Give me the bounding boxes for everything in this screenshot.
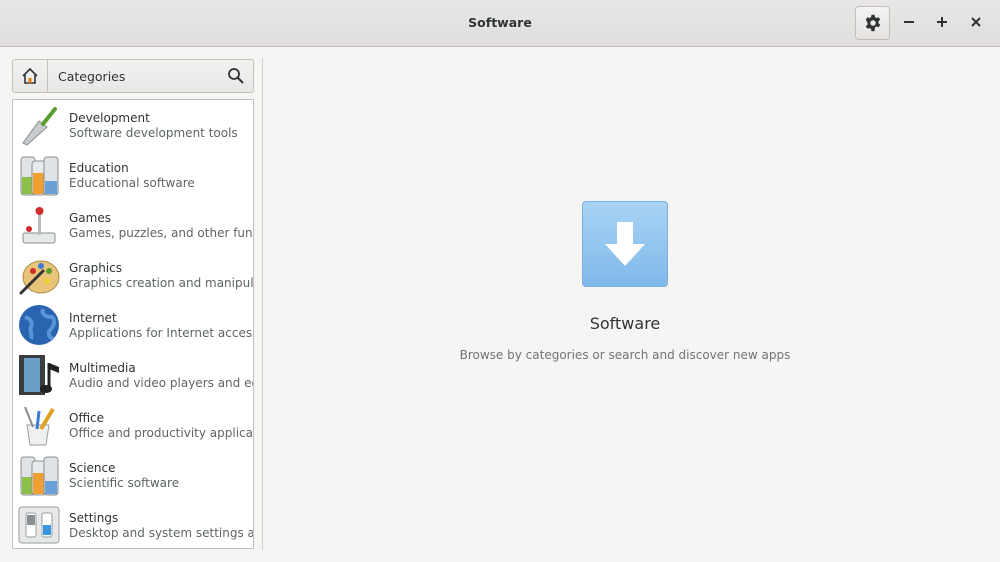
category-name: Multimedia — [69, 361, 136, 375]
category-name: Settings — [69, 511, 119, 525]
category-description: Graphics creation and manipulation appli… — [69, 276, 254, 290]
category-name: Games — [69, 211, 111, 225]
category-description: Games, puzzles, and other fun software — [69, 226, 253, 240]
palette-icon — [19, 260, 60, 295]
flasks-icon — [20, 156, 59, 196]
category-description: Software development tools — [69, 126, 238, 140]
home-button[interactable] — [13, 60, 48, 92]
search-icon — [228, 68, 244, 84]
category-name: Graphics — [69, 261, 122, 275]
close-icon — [971, 17, 981, 27]
category-description: Office and productivity applications — [69, 426, 253, 440]
maximize-button[interactable] — [930, 10, 954, 34]
categories-label: Categories — [58, 69, 126, 84]
category-item-development[interactable]: Development Software development tools — [13, 100, 253, 150]
close-button[interactable] — [964, 10, 988, 34]
category-description: Audio and video players and editors — [69, 376, 253, 390]
home-icon — [22, 67, 38, 84]
pane-divider — [262, 58, 263, 550]
settings-button[interactable] — [855, 6, 890, 40]
category-name: Science — [69, 461, 116, 475]
category-description: Scientific software — [69, 476, 180, 490]
main-subtitle: Browse by categories or search and disco… — [459, 348, 791, 362]
flasks-icon — [20, 456, 59, 496]
pencil-cup-icon — [24, 406, 55, 446]
category-name: Office — [69, 411, 105, 425]
minimize-icon — [904, 21, 914, 23]
sidebar-header: Categories — [12, 59, 254, 93]
category-name: Development — [69, 111, 150, 125]
category-item-education[interactable]: Education Educational software — [13, 150, 253, 200]
plus-icon — [937, 17, 947, 27]
minimize-button[interactable] — [897, 10, 921, 34]
titlebar: Software — [0, 0, 1000, 47]
category-item-graphics[interactable]: Graphics Graphics creation and manipulat… — [13, 250, 253, 300]
joystick-icon — [22, 207, 56, 244]
window-title: Software — [468, 15, 532, 30]
software-app-icon — [582, 201, 668, 287]
category-description: Educational software — [69, 176, 195, 190]
category-item-office[interactable]: Office Office and productivity applicati… — [13, 400, 253, 450]
switches-icon — [18, 506, 60, 544]
gear-icon — [865, 14, 880, 32]
download-arrow-icon — [605, 222, 645, 266]
category-description: Desktop and system settings applications — [69, 526, 253, 540]
search-button[interactable] — [227, 67, 245, 85]
category-name: Education — [69, 161, 129, 175]
trowel-icon — [22, 107, 57, 146]
category-item-games[interactable]: Games Games, puzzles, and other fun soft… — [13, 200, 253, 250]
category-item-settings[interactable]: Settings Desktop and system settings app… — [13, 500, 253, 548]
category-item-science[interactable]: Science Scientific software — [13, 450, 253, 500]
main-title: Software — [589, 314, 661, 333]
